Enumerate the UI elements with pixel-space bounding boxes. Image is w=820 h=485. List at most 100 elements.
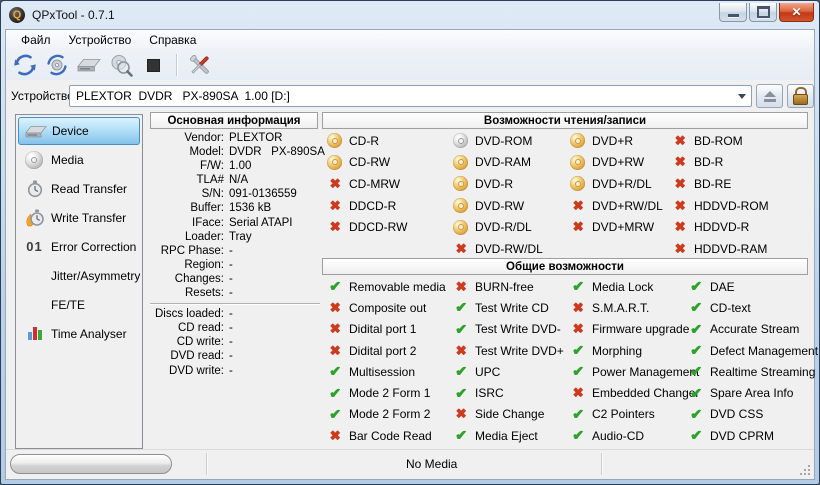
capability-item: ISRC bbox=[453, 382, 564, 403]
sidebar: Device Media Read Transfer Write Transfe… bbox=[15, 114, 143, 449]
info-row: Loader: Tray bbox=[184, 230, 252, 243]
capability-item: DVD+MRW bbox=[570, 216, 663, 238]
capability-status-icon bbox=[570, 176, 585, 192]
menu-help[interactable]: Справка bbox=[140, 31, 205, 49]
toolbar-separator bbox=[176, 54, 177, 76]
capability-item: Media Lock bbox=[570, 276, 699, 297]
capability-item: C2 Pointers bbox=[570, 404, 699, 425]
close-button[interactable]: ✕ bbox=[779, 3, 814, 22]
info-row: S/N: 091-0136559 bbox=[201, 188, 297, 201]
capability-status-icon bbox=[570, 321, 586, 337]
capability-status-icon bbox=[327, 385, 343, 401]
capability-status-icon bbox=[327, 219, 343, 235]
capability-item: DVD-R bbox=[453, 173, 543, 195]
capability-item: BURN-free bbox=[453, 276, 564, 297]
capability-status-icon bbox=[688, 385, 704, 401]
preferences-button[interactable] bbox=[187, 52, 213, 78]
capability-status-icon bbox=[453, 198, 468, 214]
statusbar-separator bbox=[206, 453, 208, 475]
capability-item: CD-MRW bbox=[327, 173, 407, 195]
capability-item: Didital port 2 bbox=[327, 340, 446, 361]
capability-item: Side Change bbox=[453, 404, 564, 425]
capability-status-icon bbox=[327, 321, 343, 337]
menu-file[interactable]: Файл bbox=[12, 31, 60, 49]
capability-status-icon bbox=[570, 300, 586, 316]
capability-status-icon bbox=[570, 385, 586, 401]
capability-status-icon bbox=[453, 241, 469, 257]
capability-item: DVD-RAM bbox=[453, 152, 543, 174]
capability-item: Mode 2 Form 2 bbox=[327, 404, 446, 425]
sidebar-item-label: Read Transfer bbox=[51, 181, 128, 196]
app-logo-icon[interactable]: Q bbox=[9, 7, 25, 23]
capability-status-icon bbox=[453, 219, 468, 235]
info-row: CD read: - bbox=[177, 322, 233, 335]
capability-status-icon bbox=[570, 279, 586, 295]
capability-status-icon bbox=[570, 219, 586, 235]
capability-status-icon bbox=[327, 300, 343, 316]
sidebar-item-jitter-asymmetry[interactable]: Jitter/Asymmetry bbox=[18, 261, 140, 290]
maximize-button[interactable] bbox=[749, 3, 777, 22]
sidebar-item-read-transfer[interactable]: Read Transfer bbox=[18, 174, 140, 203]
info-row: F/W: 1.00 bbox=[199, 160, 252, 173]
chevron-down-icon bbox=[738, 94, 747, 99]
capability-status-icon bbox=[453, 385, 469, 401]
sidebar-item-label: Error Correction bbox=[51, 239, 137, 254]
info-row: CD write: - bbox=[176, 336, 233, 349]
statusbar-separator bbox=[601, 453, 603, 475]
capability-status-icon bbox=[453, 428, 469, 444]
preferences-tools-icon bbox=[190, 55, 209, 74]
capability-status-icon bbox=[327, 406, 343, 422]
rescan-devices-button[interactable] bbox=[12, 52, 38, 78]
capability-status-icon bbox=[453, 133, 468, 149]
capability-status-icon bbox=[327, 154, 342, 170]
info-row: Changes: - bbox=[174, 272, 233, 285]
capability-item: Didital port 1 bbox=[327, 319, 446, 340]
sidebar-item-write-transfer[interactable]: Write Transfer bbox=[18, 203, 140, 232]
capability-item: Defect Management bbox=[688, 340, 818, 361]
title-bar[interactable]: Q QPxTool - 0.7.1 bbox=[1, 1, 819, 29]
eject-button[interactable] bbox=[756, 84, 784, 108]
progress-bar bbox=[10, 454, 172, 474]
rescan-devices-icon bbox=[14, 54, 36, 76]
stop-icon bbox=[146, 58, 160, 72]
sidebar-item-fe-te[interactable]: FE/TE bbox=[18, 290, 140, 319]
rescan-media-button[interactable] bbox=[44, 52, 70, 78]
lock-button[interactable] bbox=[787, 84, 814, 108]
resize-grip[interactable] bbox=[798, 463, 811, 476]
toolbar bbox=[6, 50, 814, 80]
rescan-media-icon bbox=[47, 54, 67, 76]
zero-one-icon: 01 bbox=[26, 239, 43, 254]
sidebar-item-time-analyser[interactable]: Time Analyser bbox=[18, 319, 140, 348]
capability-item: Embedded Changer bbox=[570, 382, 699, 403]
menu-bar: Файл Устройство Справка bbox=[6, 30, 814, 50]
capability-item: Multisession bbox=[327, 361, 446, 382]
sidebar-item-label: Jitter/Asymmetry bbox=[51, 268, 141, 283]
scan-disc-button[interactable] bbox=[108, 52, 134, 78]
capability-item: Realtime Streaming bbox=[688, 361, 818, 382]
sidebar-item-label: Time Analyser bbox=[51, 326, 127, 341]
stop-button[interactable] bbox=[140, 52, 166, 78]
drive-icon bbox=[77, 59, 101, 72]
capability-item: HDDVD-RAM bbox=[672, 238, 769, 260]
minimize-button[interactable] bbox=[719, 3, 747, 22]
drive-info-button[interactable] bbox=[76, 52, 102, 78]
disc-icon bbox=[21, 150, 48, 169]
sidebar-item-device[interactable]: Device bbox=[18, 117, 140, 145]
capability-item: Power Management bbox=[570, 361, 699, 382]
capability-status-icon bbox=[672, 176, 688, 192]
capability-item: UPC bbox=[453, 361, 564, 382]
sidebar-item-label: FE/TE bbox=[51, 297, 86, 312]
capability-item: DAE bbox=[688, 276, 818, 297]
sidebar-item-media[interactable]: Media bbox=[18, 145, 140, 174]
capability-item: CD-RW bbox=[327, 152, 407, 174]
capability-item: BD-R bbox=[672, 152, 769, 174]
capability-item: DVD-RW/DL bbox=[453, 238, 543, 260]
capability-status-icon bbox=[672, 219, 688, 235]
sidebar-item-error-correction[interactable]: 01 Error Correction bbox=[18, 232, 140, 261]
capability-item: Test Write DVD- bbox=[453, 319, 564, 340]
capability-item: Bar Code Read bbox=[327, 425, 446, 446]
device-select[interactable]: PLEXTOR DVDR PX-890SA 1.00 [D:] bbox=[69, 85, 753, 107]
app-window: Q QPxTool - 0.7.1 ✕ Файл Устройство Спра… bbox=[0, 0, 820, 485]
menu-device[interactable]: Устройство bbox=[60, 31, 141, 49]
capability-item: DDCD-RW bbox=[327, 216, 407, 238]
